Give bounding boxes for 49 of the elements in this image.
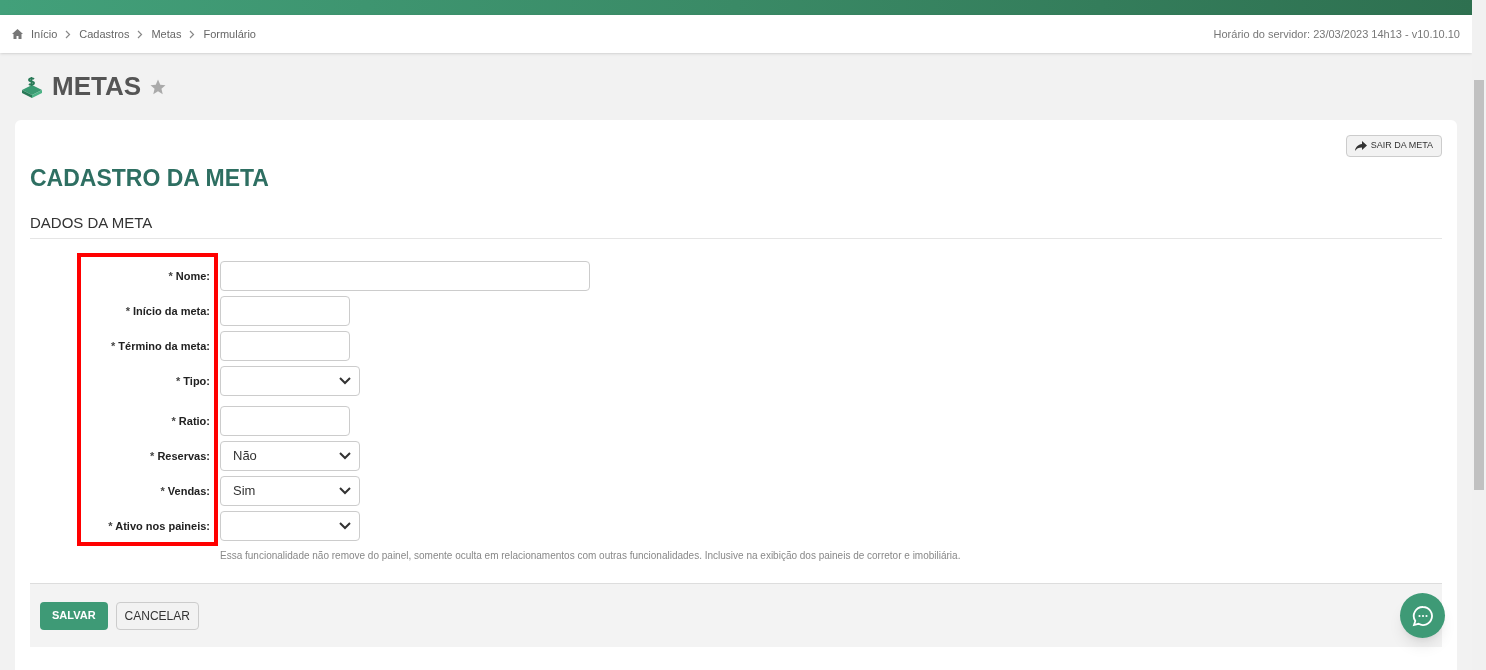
select-value: Não [233, 447, 257, 466]
select-field[interactable]: Sim [220, 476, 360, 506]
field-label: Reservas: [157, 449, 210, 462]
required-asterisk: * [171, 414, 176, 427]
chevron-down-icon [339, 377, 351, 385]
money-box-icon [20, 74, 44, 99]
required-asterisk: * [108, 519, 113, 532]
share-arrow-icon [1354, 141, 1367, 151]
breadcrumb-link[interactable]: Cadastros [79, 25, 130, 43]
field-label: Início da meta: [132, 304, 210, 317]
required-asterisk: * [168, 269, 173, 282]
field-label: Término da meta: [118, 339, 210, 352]
required-asterisk: * [160, 484, 165, 497]
select-field[interactable] [220, 366, 360, 396]
server-time: Horário do servidor: 23/03/2023 14h13 - v10.10.10 [1213, 26, 1460, 42]
exit-button[interactable]: SAIR DA META [1345, 135, 1442, 157]
form-title: CADASTRO DA META [30, 164, 270, 193]
chevron-right-icon [137, 29, 144, 39]
select-field[interactable] [220, 511, 360, 541]
breadcrumb-link[interactable]: Início [31, 25, 58, 43]
breadcrumb-link[interactable]: Formulário [203, 25, 256, 43]
field-label: Tipo: [183, 374, 210, 387]
save-button[interactable]: SALVAR [40, 601, 108, 630]
breadcrumb-link[interactable]: Metas [151, 25, 182, 43]
input-field[interactable] [220, 331, 350, 361]
required-asterisk: * [150, 449, 155, 462]
select-field[interactable]: Não [220, 441, 360, 471]
field-label: Ativo nos paineis: [115, 519, 210, 532]
chat-bubble-icon [1411, 604, 1434, 627]
section-title: DADOS DA META [30, 211, 1442, 239]
input-field[interactable] [220, 406, 350, 436]
required-asterisk: * [125, 304, 130, 317]
field-label: Nome: [175, 269, 210, 282]
chevron-down-icon [339, 452, 351, 460]
required-asterisk: * [110, 339, 116, 352]
chevron-down-icon [339, 487, 351, 495]
required-asterisk: * [175, 374, 181, 387]
cancel-button[interactable]: CANCELAR [115, 601, 199, 630]
input-field[interactable] [220, 296, 350, 326]
chevron-right-icon [189, 29, 196, 39]
help-text: Essa funcionalidade não remove do painel, somente oculta em relacionamentos com outras funcionalidades. Inclusive na exibição dos paineis de corretor e imobiliária. [220, 549, 962, 563]
select-value: Sim [233, 482, 256, 501]
home-icon [12, 29, 23, 39]
field-label: Vendas: [167, 484, 210, 497]
field-label: Ratio: [178, 414, 210, 427]
input-field[interactable] [220, 261, 590, 291]
page-title: METAS [52, 70, 142, 103]
chevron-right-icon [65, 29, 72, 39]
chevron-down-icon [339, 522, 351, 530]
